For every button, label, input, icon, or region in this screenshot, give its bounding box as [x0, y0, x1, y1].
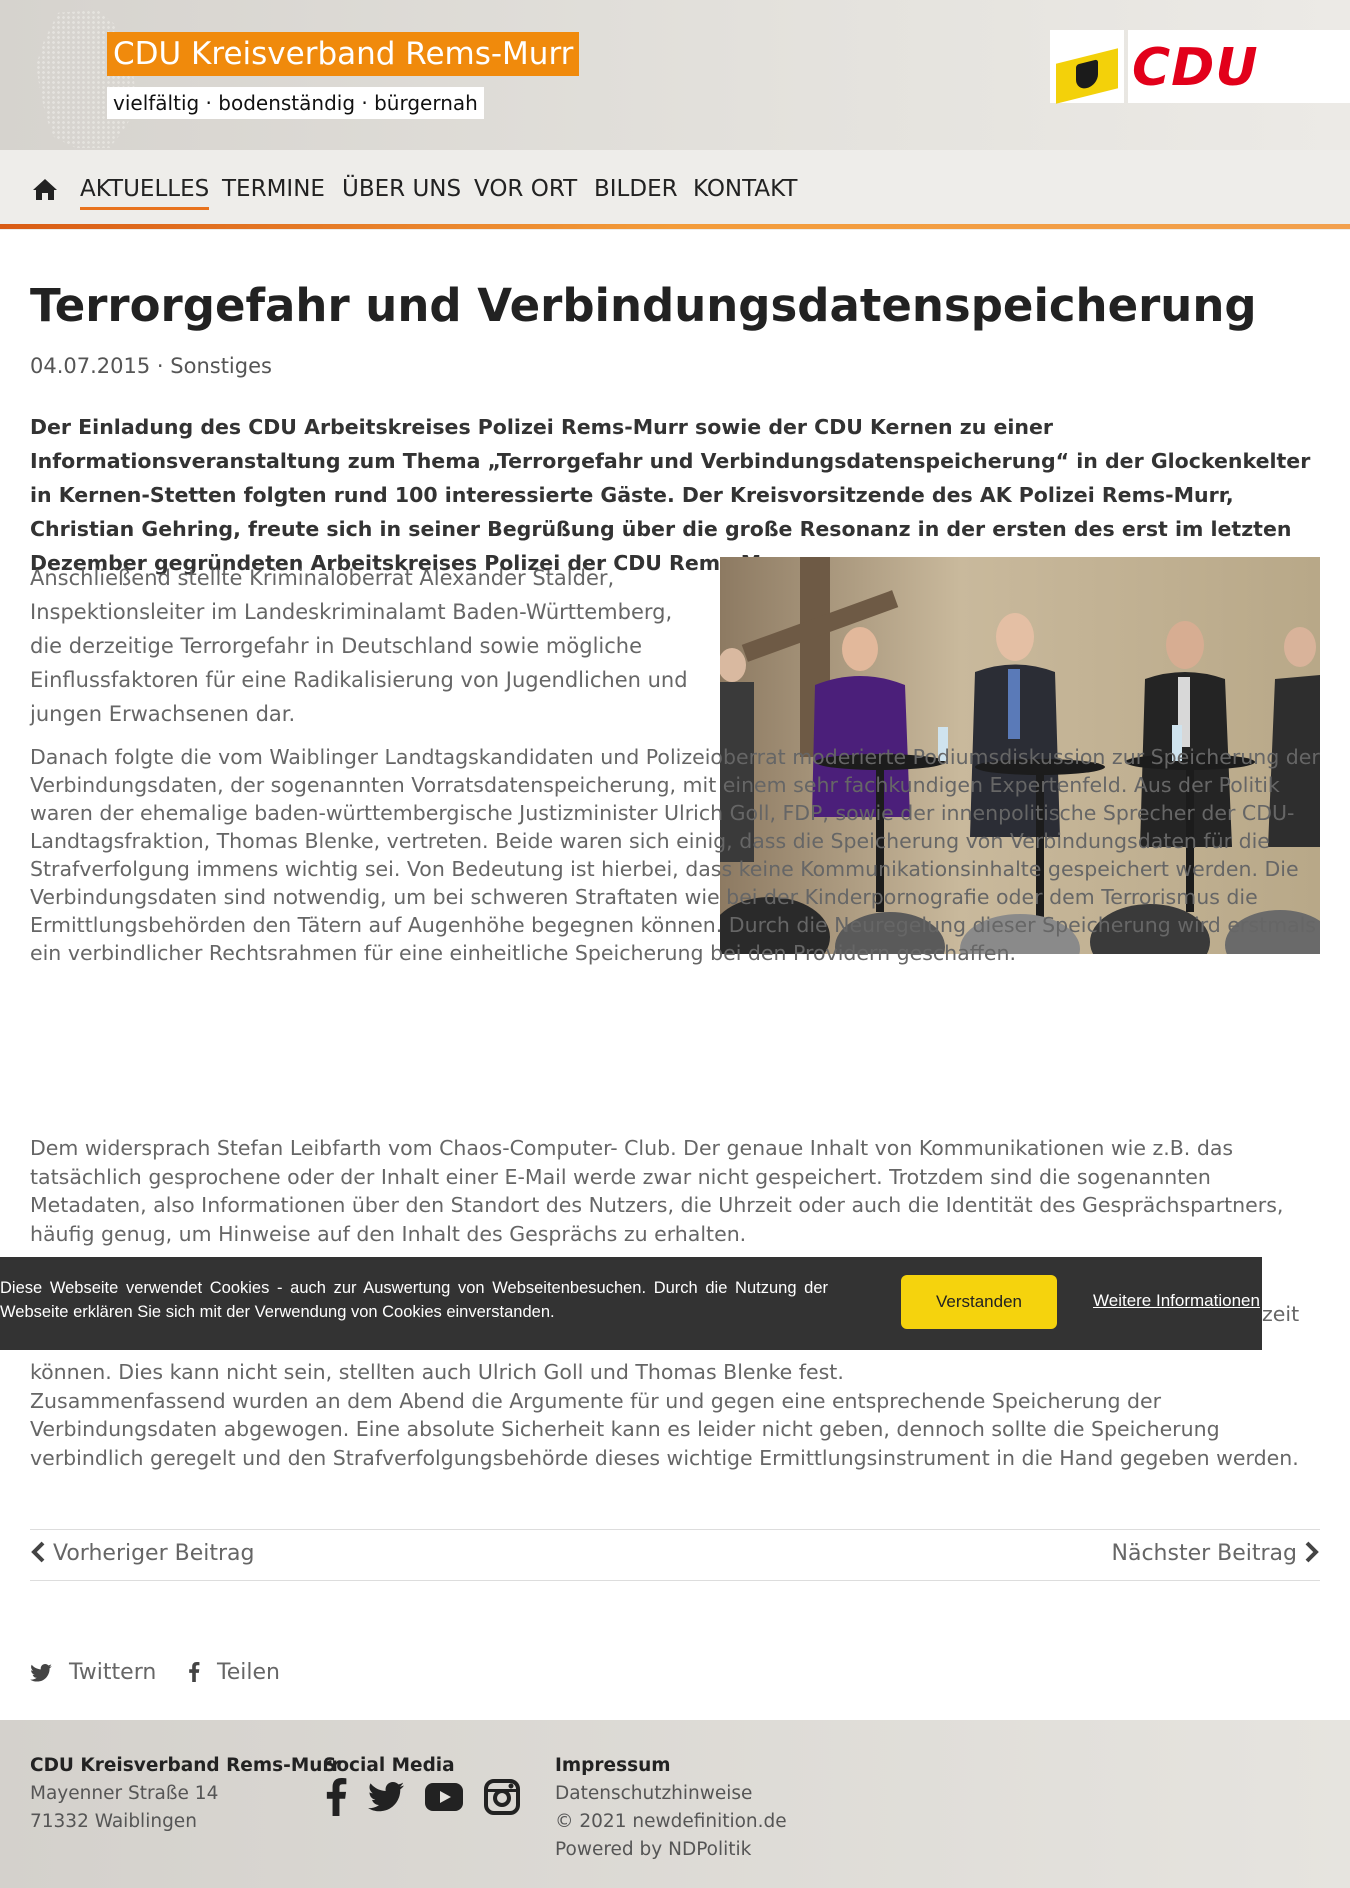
footer-impressum-link[interactable]: Impressum: [555, 1752, 787, 1780]
share-facebook-label: Teilen: [217, 1660, 280, 1685]
twitter-icon[interactable]: [368, 1782, 405, 1816]
article-paragraph-1: Anschließend stellte Kriminaloberrat Ale…: [30, 566, 688, 726]
home-icon: [33, 179, 57, 200]
article-paragraph-2: Danach folgte die vom Waiblinger Landtag…: [30, 743, 1330, 967]
youtube-icon[interactable]: [425, 1783, 464, 1815]
nav-termine[interactable]: TERMINE: [222, 174, 325, 204]
chevron-right-icon: [1305, 1541, 1319, 1563]
share-twitter-button[interactable]: Twittern: [30, 1660, 156, 1685]
footer-copyright: © 2021 newdefinition.de: [555, 1811, 787, 1832]
nav-vor-ort[interactable]: VOR ORT: [474, 174, 577, 204]
cookie-more-link[interactable]: Weitere Informationen: [1093, 1291, 1260, 1311]
next-post-link[interactable]: Nächster Beitrag: [1112, 1541, 1321, 1566]
footer-street: Mayenner Straße 14: [30, 1783, 219, 1804]
twitter-icon: [30, 1664, 52, 1682]
site-tagline: vielfältig · bodenständig · bürgernah: [107, 87, 484, 119]
footer-social-heading: Social Media: [323, 1755, 455, 1776]
nav-home[interactable]: [32, 177, 58, 201]
cdu-logo[interactable]: CDU: [1128, 30, 1350, 103]
footer-org-name: CDU Kreisverband Rems-Murr: [30, 1755, 341, 1776]
nav-aktuelles[interactable]: AKTUELLES: [80, 174, 210, 210]
nav-bilder[interactable]: BILDER: [594, 174, 678, 204]
footer-address: CDU Kreisverband Rems-Murr Mayenner Stra…: [30, 1752, 341, 1836]
post-nav-divider-top: [30, 1529, 1320, 1530]
facebook-icon[interactable]: [325, 1778, 347, 1820]
nav-kontakt[interactable]: KONTAKT: [693, 174, 797, 204]
previous-post-link[interactable]: Vorheriger Beitrag: [30, 1541, 255, 1566]
footer-datenschutz-link[interactable]: Datenschutzhinweise: [555, 1780, 787, 1808]
nav-divider: [0, 224, 1350, 229]
site-title[interactable]: CDU Kreisverband Rems-Murr: [107, 32, 579, 76]
state-flag-logo[interactable]: [1050, 30, 1124, 104]
instagram-icon[interactable]: [484, 1779, 521, 1819]
article-meta: 04.07.2015 · Sonstiges: [30, 354, 272, 378]
footer-social: Social Media: [323, 1752, 455, 1780]
cookie-banner: Diese Webseite verwendet Cookies - auch …: [0, 1257, 1262, 1350]
share-twitter-label: Twittern: [69, 1660, 157, 1685]
post-nav-divider-bottom: [30, 1580, 1320, 1581]
footer-social-icons: [325, 1778, 536, 1820]
footer-powered-by: Powered by NDPolitik: [555, 1839, 752, 1860]
article-title: Terrorgefahr und Verbindungsdatenspeiche…: [30, 279, 1257, 332]
chevron-left-icon: [31, 1541, 45, 1563]
map-graphic: [36, 10, 136, 148]
next-post-label: Nächster Beitrag: [1111, 1541, 1298, 1566]
cookie-text: Diese Webseite verwendet Cookies - auch …: [0, 1279, 828, 1321]
nav-ueber-uns[interactable]: ÜBER UNS: [342, 174, 461, 204]
logo-text: CDU: [1132, 38, 1259, 98]
cookie-accept-button[interactable]: Verstanden: [901, 1275, 1057, 1329]
share-facebook-button[interactable]: Teilen: [188, 1660, 280, 1685]
article-paragraph-4-partial: zeit: [1262, 1302, 1300, 1326]
article-paragraph-5: können. Dies kann nicht sein, stellten a…: [30, 1360, 1299, 1470]
facebook-icon: [189, 1662, 200, 1682]
article-paragraph-3: Dem widersprach Stefan Leibfarth vom Cha…: [30, 1136, 1284, 1246]
previous-post-label: Vorheriger Beitrag: [53, 1541, 255, 1566]
footer-legal: Impressum Datenschutzhinweise © 2021 new…: [555, 1752, 787, 1864]
footer-city: 71332 Waiblingen: [30, 1811, 197, 1832]
article-lead: Der Einladung des CDU Arbeitskreises Pol…: [30, 415, 1311, 575]
article-paragraph-2-text: Danach folgte die vom Waiblinger Landtag…: [30, 745, 1320, 965]
